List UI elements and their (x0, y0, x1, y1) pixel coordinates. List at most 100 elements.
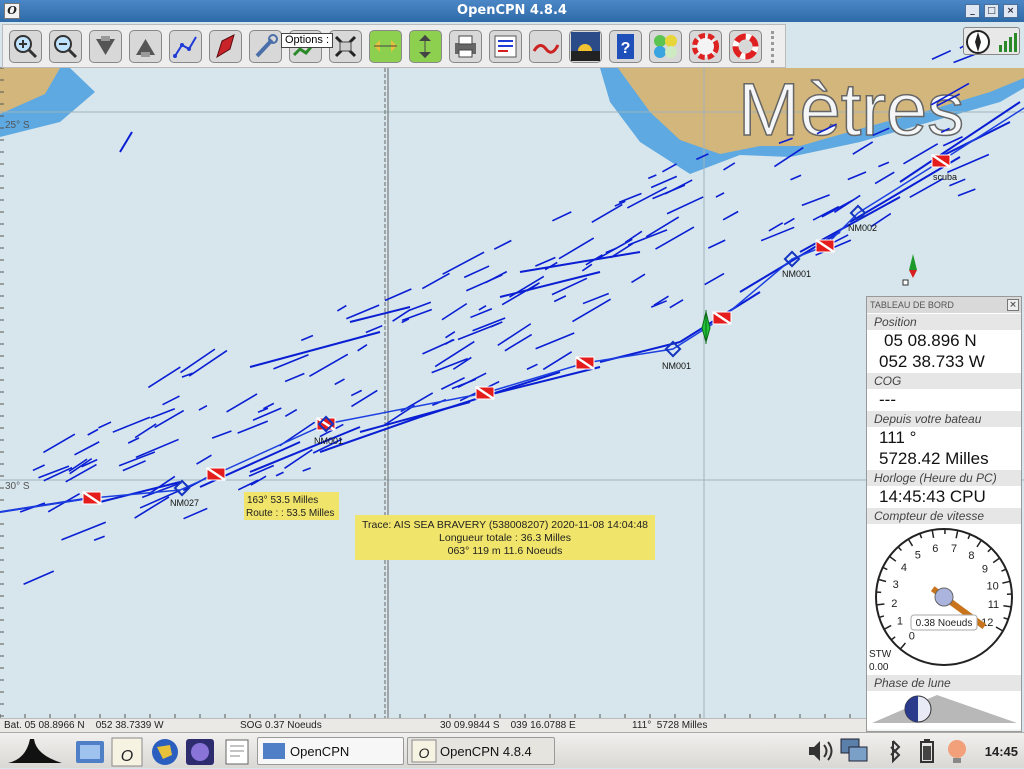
help-icon: ? (610, 31, 641, 62)
clock-caption: Horloge (Heure du PC) (867, 469, 1021, 486)
units-watermark: Mètres (738, 68, 964, 151)
settings-button[interactable] (249, 30, 282, 63)
zoom-in-icon (10, 31, 41, 62)
stw-value: 0.00 (869, 662, 889, 673)
svg-text:Trace: AIS SEA BRAVERY (538008: Trace: AIS SEA BRAVERY (538008207) 2020-… (362, 519, 648, 531)
speedometer-gauge: 0123456789101112 0.38 Noeuds STW 0.00 (867, 524, 1021, 674)
speed-readout: 0.38 Noeuds (916, 618, 973, 629)
create-route-button[interactable] (169, 30, 202, 63)
dashboard-close-button[interactable]: × (1007, 299, 1019, 311)
svg-text:O: O (121, 748, 133, 765)
file-manager-icon[interactable] (76, 741, 104, 763)
route-manager-button[interactable] (489, 30, 522, 63)
speedo-label: 8 (968, 550, 974, 562)
cursor-position-status: 30 09.9844 S 039 16.0788 E (440, 720, 576, 731)
network-icon[interactable] (841, 739, 867, 761)
printer-icon (450, 31, 481, 62)
route-tooltip: 163° 53.5 Milles Route : : 53.5 Milles (244, 492, 339, 520)
from-boat-caption: Depuis votre bateau (867, 410, 1021, 427)
wrench-icon (250, 31, 281, 62)
text-editor-icon[interactable] (226, 740, 248, 764)
clock-value: 14:45:43 CPU (867, 486, 1021, 507)
opencpn-launcher-icon[interactable]: O (112, 738, 142, 766)
dive-flag-icon[interactable] (576, 357, 594, 369)
color-scheme-button[interactable] (569, 30, 602, 63)
svg-text:NM001: NM001 (782, 269, 811, 279)
auto-follow-button[interactable] (209, 30, 242, 63)
start-menu-icon[interactable] (8, 739, 62, 763)
notification-icon[interactable] (948, 740, 966, 763)
bearing-distance-status: 111° 5728 Milles (632, 720, 707, 731)
help-button[interactable]: ? (609, 30, 642, 63)
globe-icon[interactable] (152, 739, 178, 765)
dive-flag-icon[interactable] (932, 155, 950, 167)
speedo-label: 1 (897, 616, 903, 628)
taskbar-clock: 14:45 (985, 744, 1018, 759)
waypoint-scuba[interactable]: scuba (933, 172, 957, 182)
arrows-horizontal-icon (370, 31, 401, 62)
battery-icon[interactable] (921, 739, 933, 762)
minimize-button[interactable]: _ (965, 4, 980, 18)
svg-text:O: O (419, 745, 430, 761)
speedo-caption: Compteur de vitesse (867, 507, 1021, 524)
task-opencpn[interactable]: OpenCPN (257, 737, 404, 765)
stw-label: STW (869, 649, 892, 660)
scale-in-icon (90, 31, 121, 62)
svg-text:Longueur totale : 36.3 Milles: Longueur totale : 36.3 Milles (439, 532, 571, 544)
position-caption: Position (867, 313, 1021, 330)
tide-current-button[interactable] (529, 30, 562, 63)
lat-label-30s: 30° S (5, 481, 30, 492)
position-lat: 05 08.896 N (867, 330, 1021, 351)
task-opencpn-484[interactable]: O OpenCPN 4.8.4 (407, 737, 555, 765)
dive-flag-icon[interactable] (476, 387, 494, 399)
dashboard-button[interactable] (689, 30, 722, 63)
speedo-label: 3 (893, 579, 899, 591)
moon-phase-widget (867, 691, 1021, 729)
svg-text:Route : : 53.5 Milles: Route : : 53.5 Milles (246, 508, 334, 519)
scale-in-button[interactable] (89, 30, 122, 63)
speedo-tick (876, 604, 884, 605)
zoom-out-icon (50, 31, 81, 62)
arrows-vertical-icon (410, 31, 441, 62)
volume-icon[interactable] (809, 741, 832, 761)
svg-text:?: ? (621, 40, 631, 57)
distance-value: 5728.42 Milles (867, 448, 1021, 469)
man-overboard-button[interactable] (729, 30, 762, 63)
maximize-button[interactable]: □ (984, 4, 999, 18)
zoom-in-button[interactable] (9, 30, 42, 63)
dive-flag-icon[interactable] (816, 240, 834, 252)
svg-text:063° 119 m 11.6 Noeuds: 063° 119 m 11.6 Noeuds (448, 545, 563, 557)
print-button[interactable] (449, 30, 482, 63)
toolbar-grip[interactable] (771, 31, 781, 63)
scale-out-button[interactable] (129, 30, 162, 63)
moon-icon (905, 696, 931, 722)
compass-widget[interactable] (963, 27, 1020, 55)
ais-toggle-button[interactable] (329, 30, 362, 63)
layers-button[interactable] (649, 30, 682, 63)
route-manager-icon (490, 31, 521, 62)
zoom-out-button[interactable] (49, 30, 82, 63)
chart-stack-button[interactable] (409, 30, 442, 63)
speedo-label: 6 (932, 543, 938, 555)
dive-flag-icon[interactable] (713, 312, 731, 324)
svg-text:163° 53.5 Milles: 163° 53.5 Milles (247, 495, 318, 506)
svg-text:NM001: NM001 (662, 361, 691, 371)
moon-caption: Phase de lune (867, 674, 1021, 691)
svg-text:NM027: NM027 (170, 498, 199, 508)
options-tooltip: Options : (281, 33, 333, 48)
window-title: OpenCPN 4.8.4 (0, 3, 1024, 18)
stellarium-icon[interactable] (186, 739, 214, 765)
dashboard-header[interactable]: TABLEAU DE BORD × (867, 297, 1021, 313)
compass-icon (967, 31, 989, 53)
dive-flag-icon[interactable] (83, 492, 101, 504)
bluetooth-icon[interactable] (891, 741, 899, 761)
svg-text:NM002: NM002 (848, 223, 877, 233)
svg-text:NM001: NM001 (314, 436, 343, 446)
layers-icon (650, 31, 681, 62)
close-button[interactable]: × (1003, 4, 1018, 18)
chart-quilt-button[interactable] (369, 30, 402, 63)
dive-flag-icon[interactable] (207, 468, 225, 480)
route-icon (170, 31, 201, 62)
scale-out-icon (130, 31, 161, 62)
sun-icon (570, 31, 601, 62)
